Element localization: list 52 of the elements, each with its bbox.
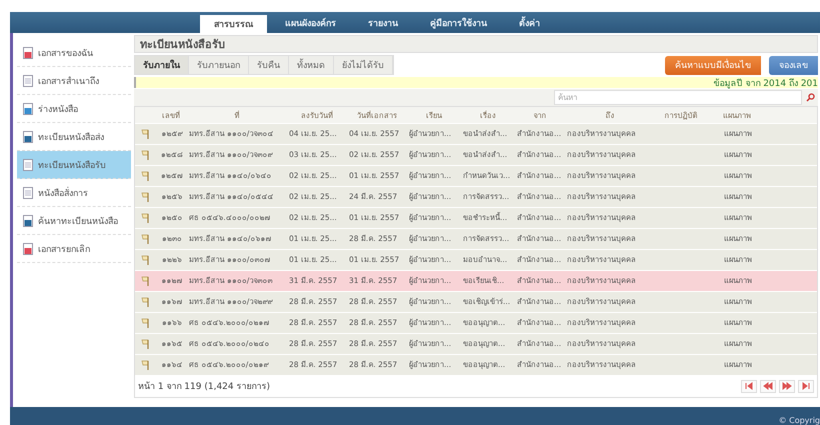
next-page-icon — [782, 381, 792, 391]
pager-button[interactable] — [741, 380, 757, 392]
document-icon — [23, 158, 33, 170]
flag-icon — [141, 339, 149, 349]
search-icon[interactable] — [806, 93, 815, 102]
tab[interactable]: รับภายนอก — [189, 56, 249, 74]
document-icon — [23, 130, 33, 142]
sidebar-item[interactable]: ค้นหาทะเบียนหนังสือ — [17, 207, 131, 235]
flag-icon — [141, 234, 149, 244]
pager-button[interactable] — [779, 380, 795, 392]
flag-icon — [141, 129, 149, 139]
nav-tab[interactable]: ตั้งค่า — [505, 12, 554, 33]
flag-icon — [141, 255, 149, 265]
last-page-icon — [801, 381, 811, 391]
sidebar-item[interactable]: หนังสือสั่งการ — [17, 179, 131, 207]
nav-tab[interactable]: สารบรรณ — [200, 15, 267, 33]
page-info: หน้า 1 จาก 119 (1,424 รายการ) — [138, 380, 270, 393]
tab[interactable]: รับภายใน — [135, 56, 189, 74]
year-range-text: ข้อมูลปี จาก 2014 ถึง 201 — [713, 78, 818, 90]
tab[interactable]: ทั้งหมด — [289, 56, 334, 74]
flag-icon — [141, 318, 149, 328]
sidebar-item[interactable]: ทะเบียนหนังสือรับ — [17, 151, 131, 179]
document-icon — [23, 102, 33, 114]
tab[interactable]: รับคืน — [249, 56, 289, 74]
document-icon — [23, 214, 33, 226]
nav-tab[interactable]: คู่มือการใช้งาน — [416, 12, 501, 33]
document-icon — [23, 242, 33, 254]
nav-tab[interactable]: แผนผังองค์กร — [271, 12, 350, 33]
sidebar-item[interactable]: เอกสารของฉัน — [17, 39, 131, 67]
panel-title: ทะเบียนหนังสือรับ — [134, 35, 818, 53]
document-icon — [23, 46, 33, 58]
document-icon — [23, 74, 33, 86]
copyright-text: © Copyrig — [778, 416, 820, 425]
nav-tab[interactable]: รายงาน — [354, 12, 412, 33]
flag-icon — [141, 213, 149, 223]
prev-page-icon — [763, 381, 773, 391]
sidebar-item[interactable]: เอกสารยกเลิก — [17, 235, 131, 263]
sidebar-item[interactable]: ร่างหนังสือ — [17, 95, 131, 123]
flag-icon — [141, 150, 149, 160]
first-page-icon — [744, 381, 754, 391]
document-icon — [23, 186, 33, 198]
flag-icon — [141, 297, 149, 307]
search-field[interactable]: ค้นหา — [554, 90, 802, 105]
flag-icon — [141, 360, 149, 370]
sidebar-item[interactable]: เอกสารสำเนาถึง — [17, 67, 131, 95]
pager-button[interactable] — [798, 380, 814, 392]
tab[interactable]: ยังไม่ได้รับ — [334, 56, 393, 74]
reserve-button[interactable]: จองเลข — [769, 56, 818, 74]
flag-icon — [141, 171, 149, 181]
pager-button[interactable] — [760, 380, 776, 392]
flag-icon — [141, 192, 149, 202]
flag-icon — [141, 276, 149, 286]
